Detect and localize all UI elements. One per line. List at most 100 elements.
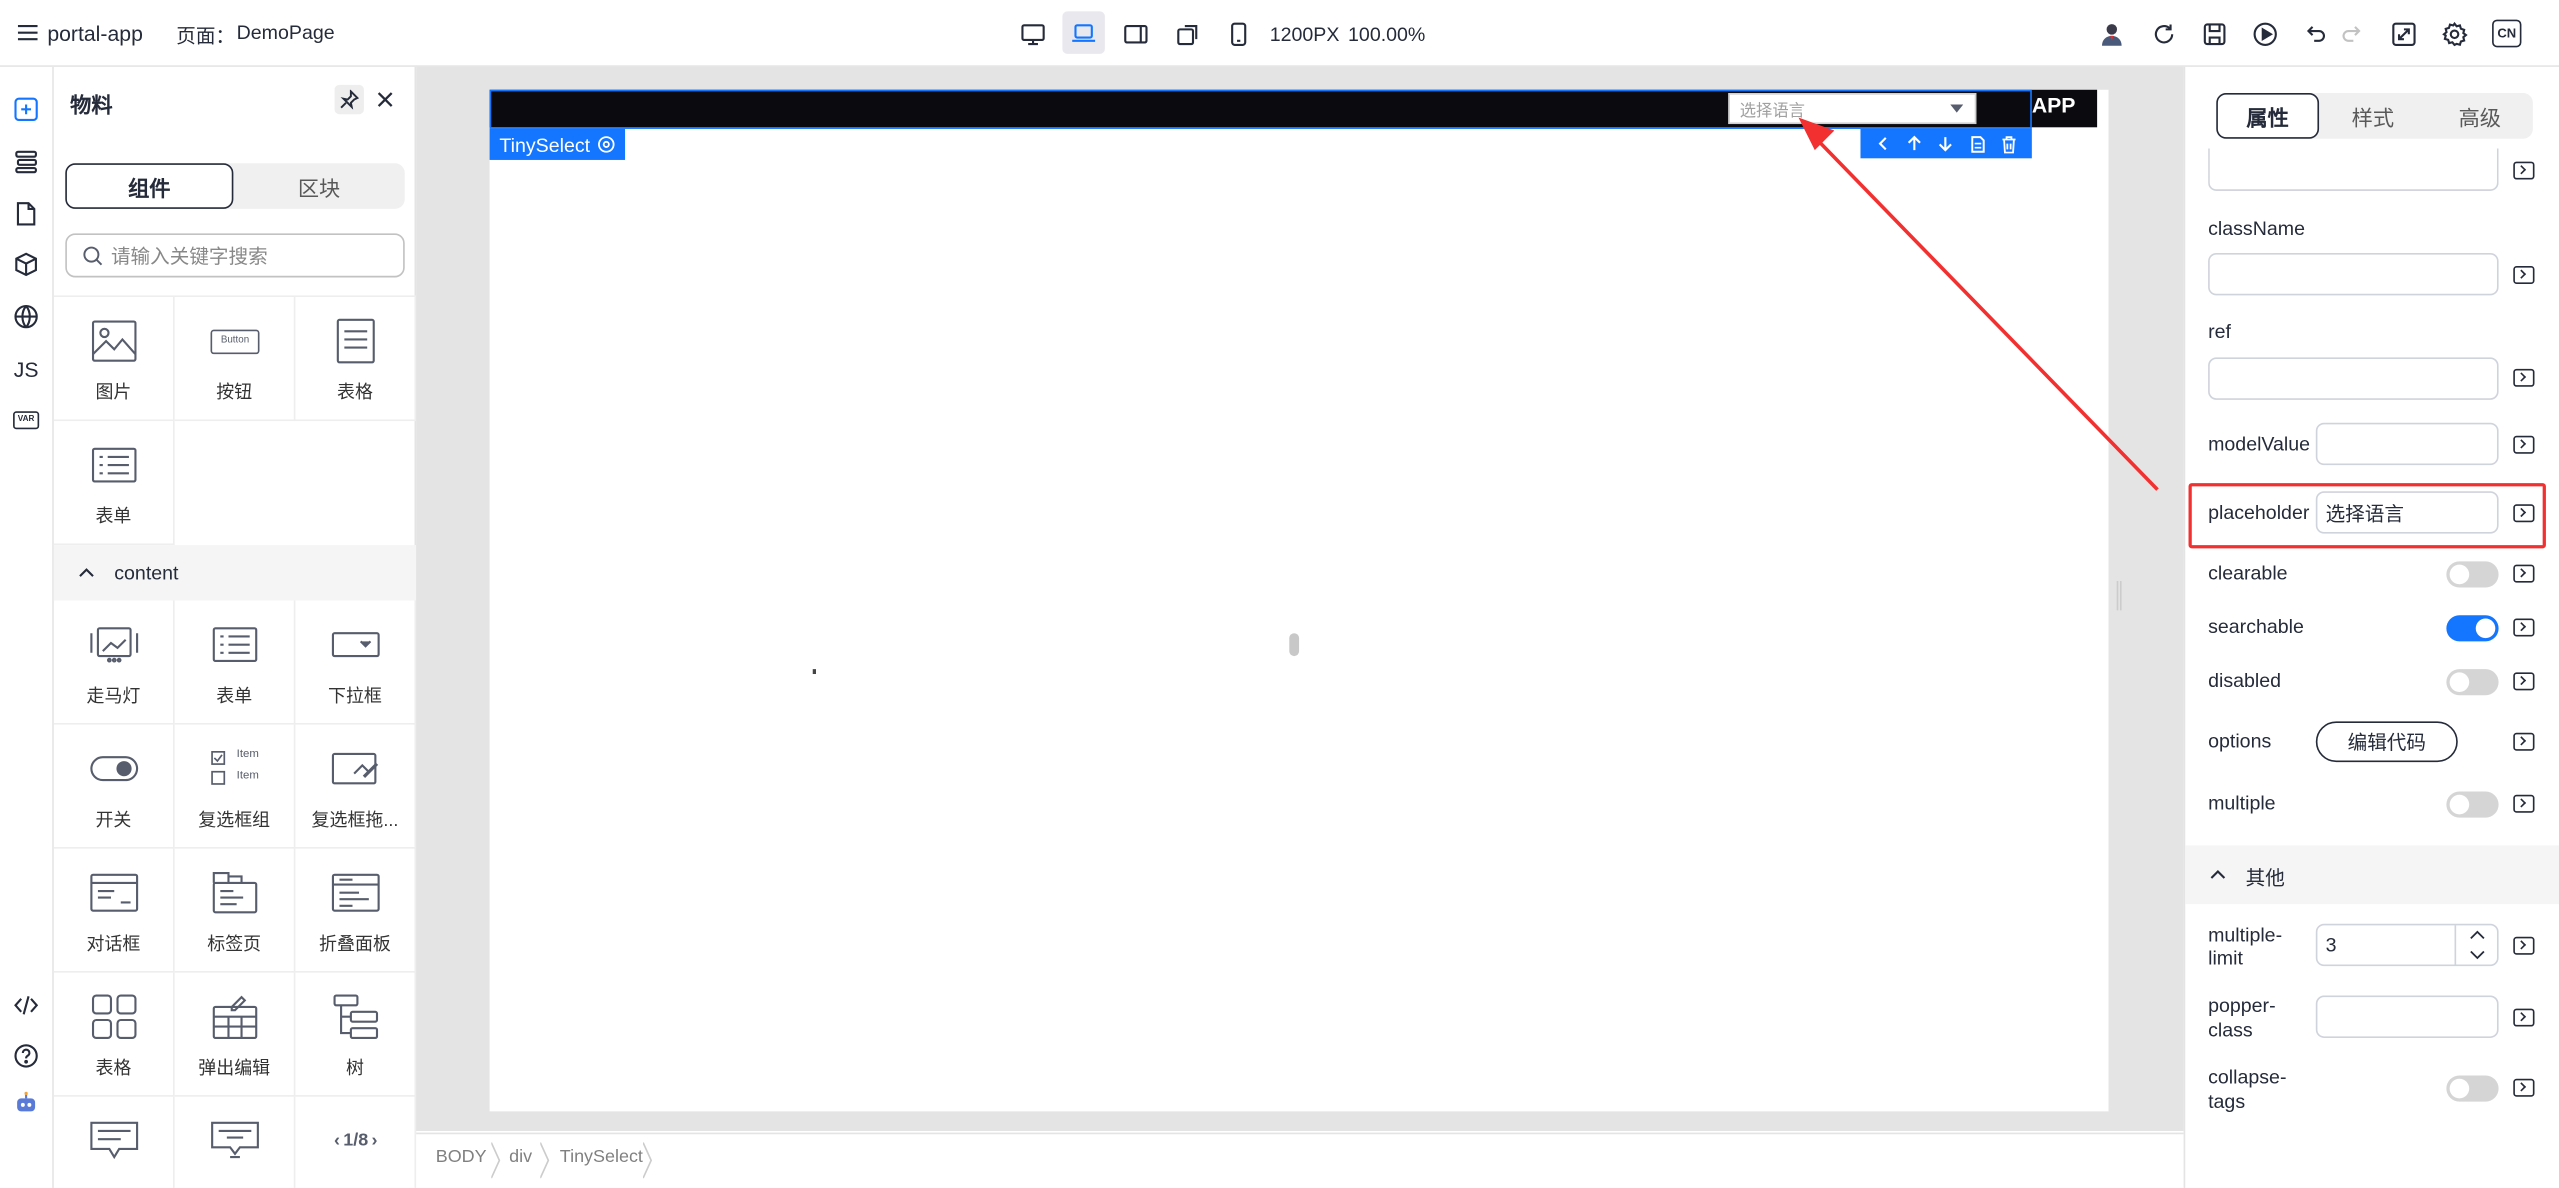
pin-icon[interactable] (334, 84, 364, 115)
add-component-icon[interactable] (11, 95, 40, 124)
multiple-toggle[interactable] (2446, 791, 2499, 818)
component-carousel[interactable]: 走马灯 (53, 600, 175, 725)
modelvalue-input[interactable] (2315, 422, 2499, 466)
bind-variable-icon[interactable] (2513, 368, 2535, 387)
breadcrumb-item-tinyselect[interactable]: TinySelect (560, 1147, 643, 1167)
component-tabs[interactable]: 标签页 (174, 848, 296, 973)
checkbox-group-icon: Item Item (211, 744, 260, 793)
prop-input-above[interactable] (2208, 148, 2499, 191)
tab-blocks[interactable]: 区块 (233, 163, 404, 209)
zoom-level[interactable]: 100.00% (1348, 23, 1425, 46)
group-header-content[interactable]: content (53, 545, 417, 601)
component-collapse[interactable]: 折叠面板 (295, 848, 417, 973)
component-dialog[interactable]: 对话框 (53, 848, 175, 973)
laptop-view-icon[interactable] (1062, 11, 1105, 54)
selected-component-label[interactable]: TinySelect (489, 128, 625, 160)
bind-variable-icon[interactable] (2513, 504, 2535, 523)
edit-code-button[interactable]: 编辑代码 (2315, 721, 2458, 763)
tab-styles[interactable]: 样式 (2319, 93, 2427, 139)
app-name[interactable]: portal-app (47, 21, 143, 45)
redo-icon[interactable] (2337, 20, 2366, 49)
component-checkbox-group[interactable]: Item Item 复选框组 (174, 724, 296, 849)
bind-variable-icon[interactable] (2513, 161, 2535, 180)
bind-variable-icon[interactable] (2513, 435, 2535, 454)
chevron-up-icon (79, 568, 94, 577)
bind-variable-icon[interactable] (2513, 732, 2535, 751)
menu-icon[interactable] (16, 21, 39, 44)
component-comment[interactable] (175, 1096, 296, 1188)
source-code-icon[interactable] (11, 991, 40, 1020)
ai-robot-icon[interactable] (11, 1089, 40, 1118)
popper-class-input[interactable] (2315, 995, 2499, 1038)
disabled-toggle[interactable] (2446, 669, 2499, 696)
component-image[interactable]: 图片 (53, 297, 175, 422)
collapse-tags-toggle[interactable] (2446, 1075, 2499, 1102)
prop-label-multiple: multiple (2208, 791, 2276, 815)
search-icon (83, 245, 103, 265)
bind-variable-icon[interactable] (2513, 564, 2535, 583)
tab-components[interactable]: 组件 (65, 163, 234, 209)
undo-icon[interactable] (2301, 20, 2330, 49)
component-message[interactable] (54, 1096, 175, 1188)
desktop-view-icon[interactable] (1018, 20, 1047, 49)
component-popedit[interactable]: 弹出编辑 (174, 972, 296, 1097)
searchable-toggle[interactable] (2446, 615, 2499, 642)
block-cube-icon[interactable] (11, 250, 40, 279)
bind-variable-icon[interactable] (2513, 1078, 2535, 1097)
increment-icon[interactable] (2469, 930, 2485, 940)
component-button[interactable]: Button 按钮 (174, 297, 296, 422)
mobile-view-icon[interactable] (1224, 20, 1253, 49)
tab-properties[interactable]: 属性 (2216, 93, 2320, 139)
help-icon[interactable] (11, 1041, 40, 1070)
preview-play-icon[interactable] (2251, 20, 2280, 49)
placeholder-input[interactable]: 选择语言 (2315, 491, 2499, 534)
classname-input[interactable] (2208, 252, 2499, 296)
outline-tree-icon[interactable] (11, 147, 40, 176)
prop-label-collapse-tags-1: collapse- (2208, 1065, 2287, 1089)
group-header-other[interactable]: 其他 (2185, 845, 2559, 905)
multiple-limit-stepper[interactable]: 3 (2315, 923, 2499, 967)
save-icon[interactable] (2200, 20, 2229, 49)
breadcrumb-item-div[interactable]: div (509, 1147, 532, 1167)
bind-variable-icon[interactable] (2513, 266, 2535, 284)
component-tree[interactable]: 树 (295, 972, 417, 1097)
ref-input[interactable] (2208, 357, 2499, 400)
settings-gear-icon[interactable] (597, 135, 615, 153)
bind-variable-icon[interactable] (2513, 672, 2535, 691)
page-name[interactable]: DemoPage (237, 21, 335, 44)
refresh-icon[interactable] (2149, 20, 2178, 49)
component-table[interactable]: 表格 (295, 297, 417, 422)
canvas-width[interactable]: 1200PX (1270, 23, 1340, 46)
clearable-toggle[interactable] (2446, 561, 2499, 588)
button-icon: Button (210, 317, 260, 366)
variables-icon[interactable]: VAR (11, 405, 40, 434)
language-switch-button[interactable]: CN (2492, 19, 2522, 48)
prop-label-popper-class-2: class (2208, 1018, 2253, 1042)
settings-gear-icon[interactable] (2440, 20, 2469, 49)
bind-variable-icon[interactable] (2513, 794, 2535, 813)
resize-handle[interactable] (2116, 580, 2122, 611)
breadcrumb-item-body[interactable]: BODY (436, 1147, 487, 1167)
component-form-2[interactable]: 表单 (174, 600, 296, 725)
component-select[interactable]: 下拉框 (295, 600, 417, 725)
search-input[interactable]: 请输入关键字搜索 (65, 233, 405, 278)
tab-advanced[interactable]: 高级 (2427, 93, 2533, 139)
js-script-icon[interactable]: JS (11, 354, 40, 383)
tablet-landscape-icon[interactable] (1121, 20, 1150, 49)
bind-variable-icon[interactable] (2513, 618, 2535, 637)
component-form[interactable]: 表单 (53, 421, 175, 546)
decrement-icon[interactable] (2469, 950, 2485, 960)
bind-variable-icon[interactable] (2513, 936, 2535, 955)
fullscreen-icon[interactable] (2389, 20, 2418, 49)
component-checkbox-drag[interactable]: 复选框拖... (295, 724, 417, 849)
component-grid[interactable]: 表格 (53, 972, 175, 1097)
bind-variable-icon[interactable] (2513, 1008, 2535, 1027)
component-switch[interactable]: 开关 (53, 724, 175, 849)
close-icon[interactable] (374, 88, 397, 111)
component-pager[interactable]: ‹ 1/8 › (295, 1096, 417, 1188)
rotate-device-icon[interactable] (1173, 20, 1202, 49)
drag-handle[interactable] (1289, 633, 1300, 657)
user-avatar-icon[interactable] (2097, 20, 2126, 49)
page-file-icon[interactable] (11, 199, 40, 228)
i18n-globe-icon[interactable] (11, 302, 40, 331)
